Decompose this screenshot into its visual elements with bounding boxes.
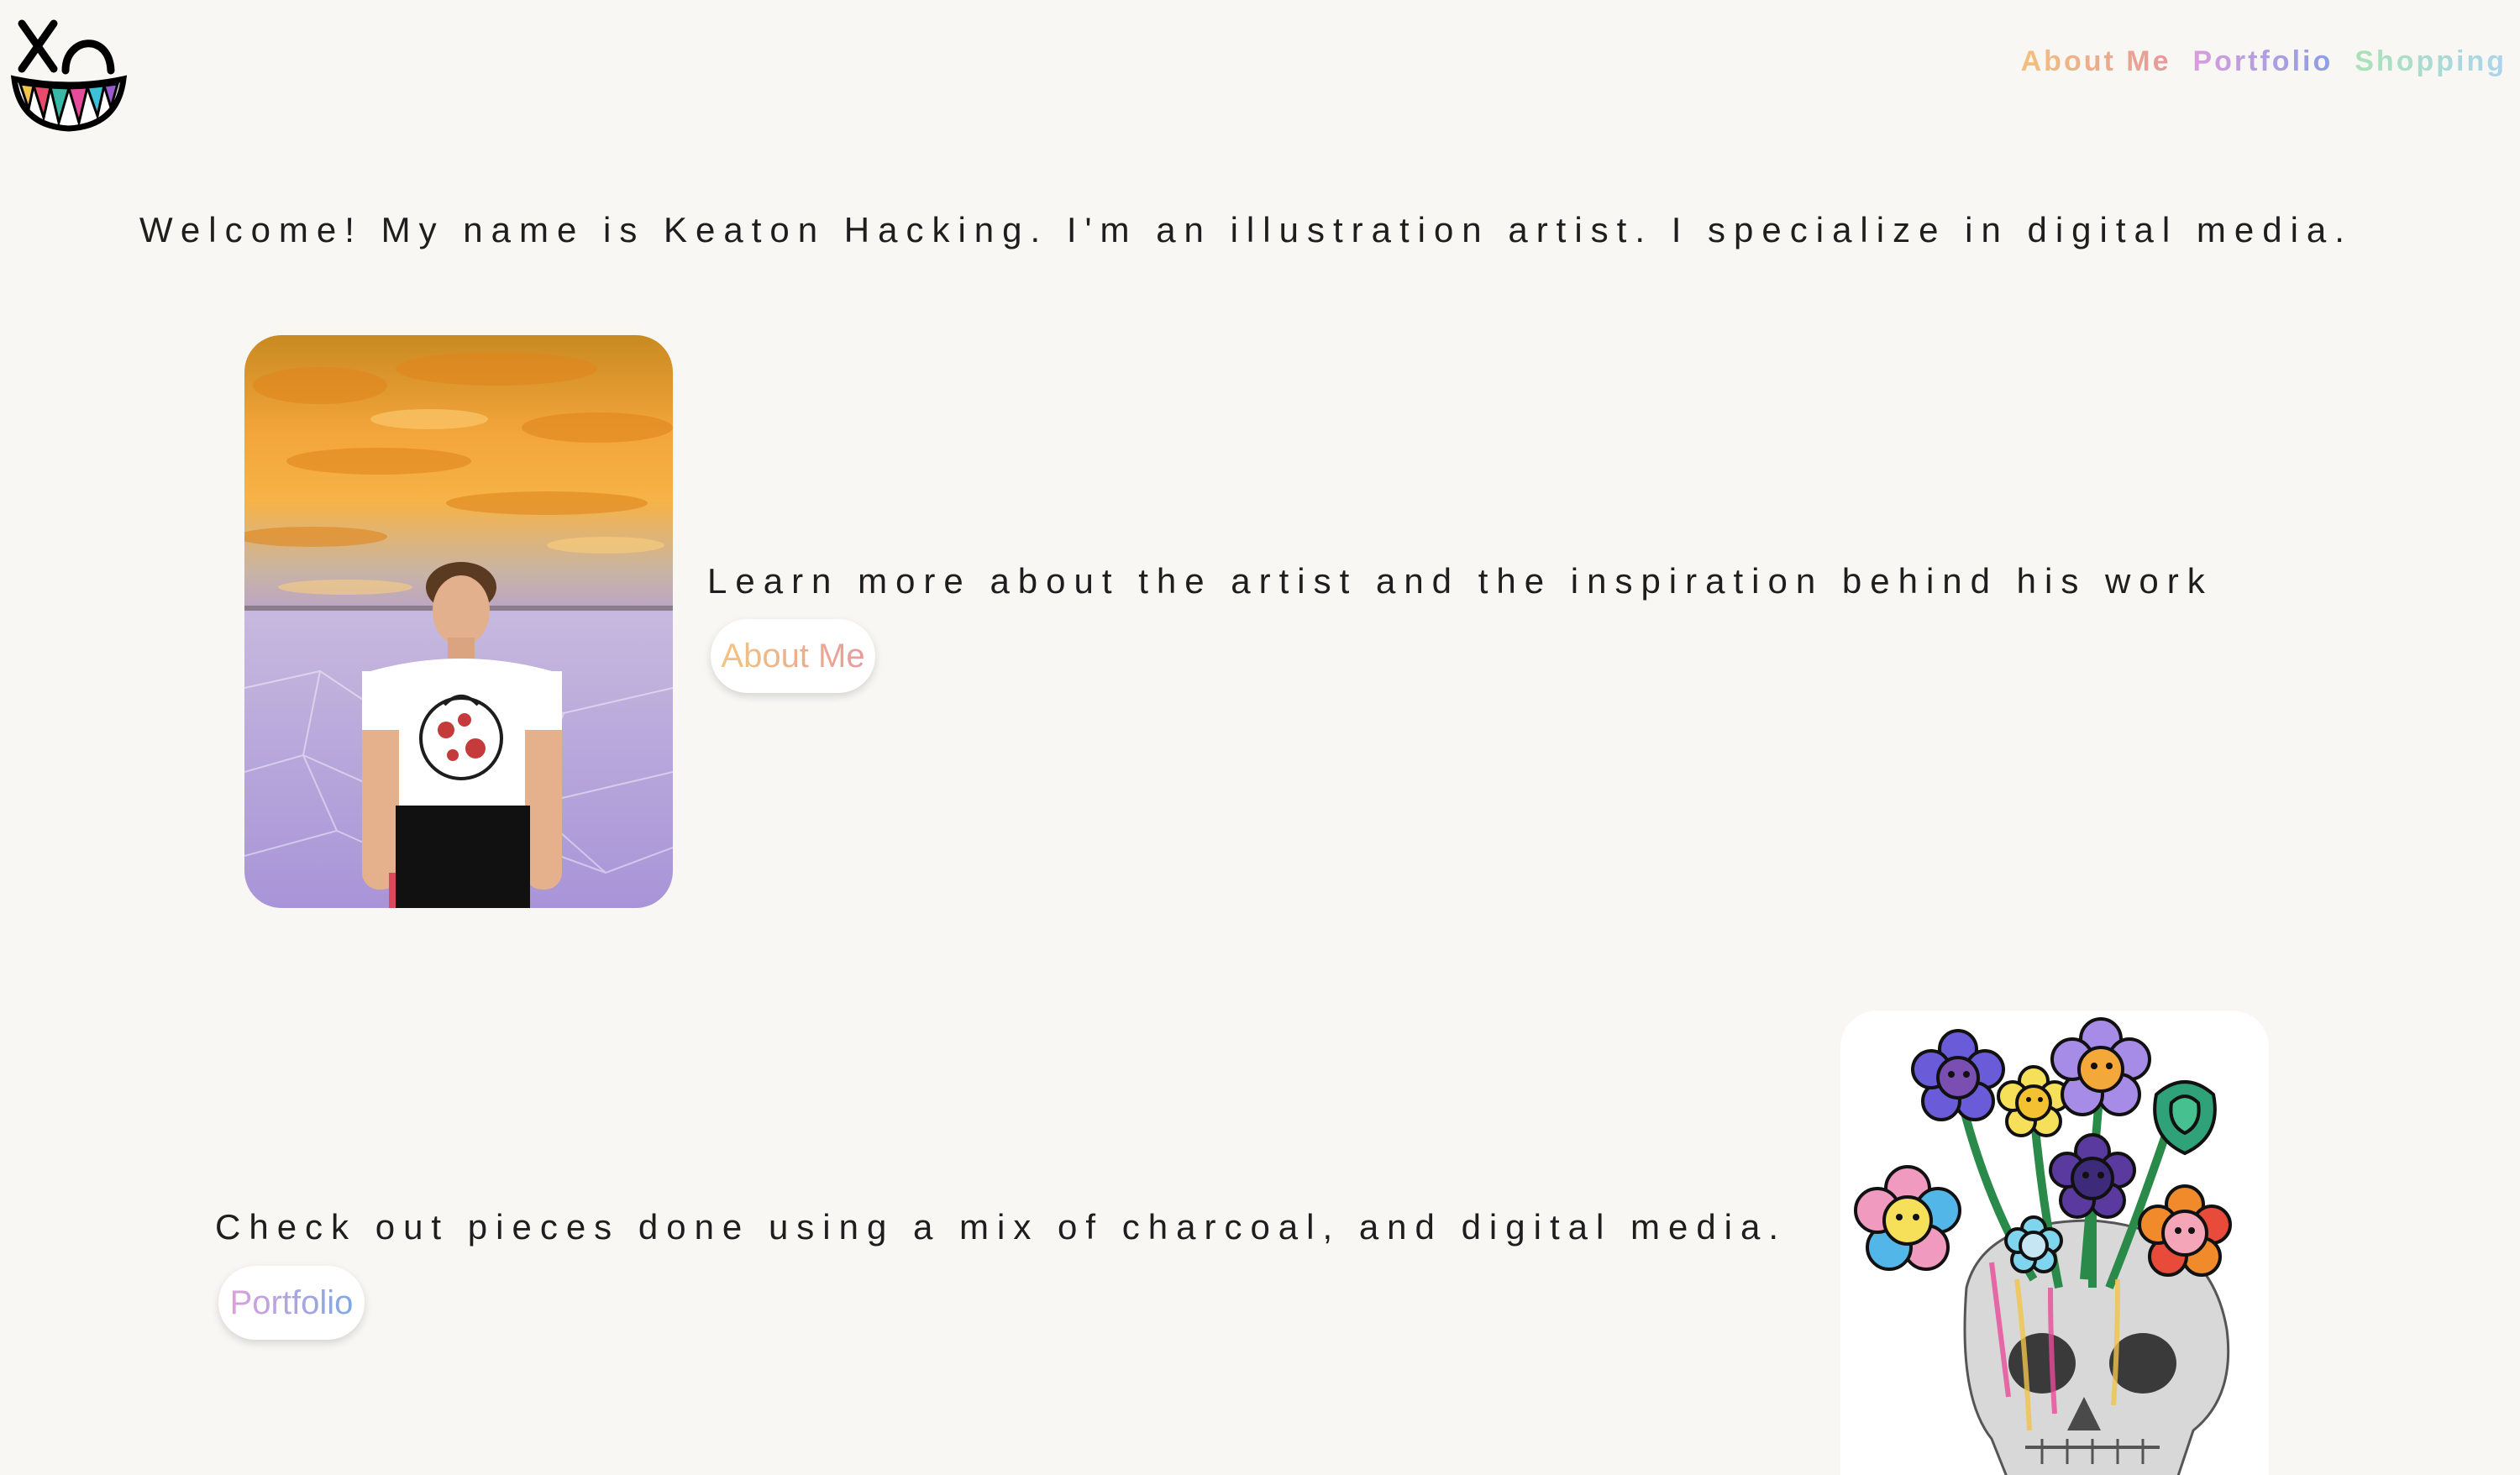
portfolio-button[interactable]: Portfolio	[218, 1266, 365, 1340]
about-me-button-label: About Me	[721, 637, 865, 675]
page: About Me Portfolio Shopping Welcome! My …	[0, 0, 2520, 1475]
nav-link-portfolio[interactable]: Portfolio	[2192, 45, 2333, 78]
top-nav: About Me Portfolio Shopping	[2021, 45, 2507, 78]
nav-link-about-me[interactable]: About Me	[2021, 45, 2171, 78]
about-me-button[interactable]: About Me	[711, 619, 875, 693]
portfolio-button-label: Portfolio	[229, 1283, 354, 1321]
portfolio-section-text: Check out pieces done using a mix of cha…	[215, 1207, 1788, 1247]
site-logo[interactable]	[10, 8, 128, 133]
nav-link-shopping[interactable]: Shopping	[2355, 45, 2507, 78]
artwork-flower-skull	[1840, 1010, 2269, 1475]
welcome-heading: Welcome! My name is Keaton Hacking. I'm …	[139, 210, 2353, 249]
artist-photo	[244, 335, 673, 908]
about-section-text: Learn more about the artist and the insp…	[707, 561, 2213, 601]
